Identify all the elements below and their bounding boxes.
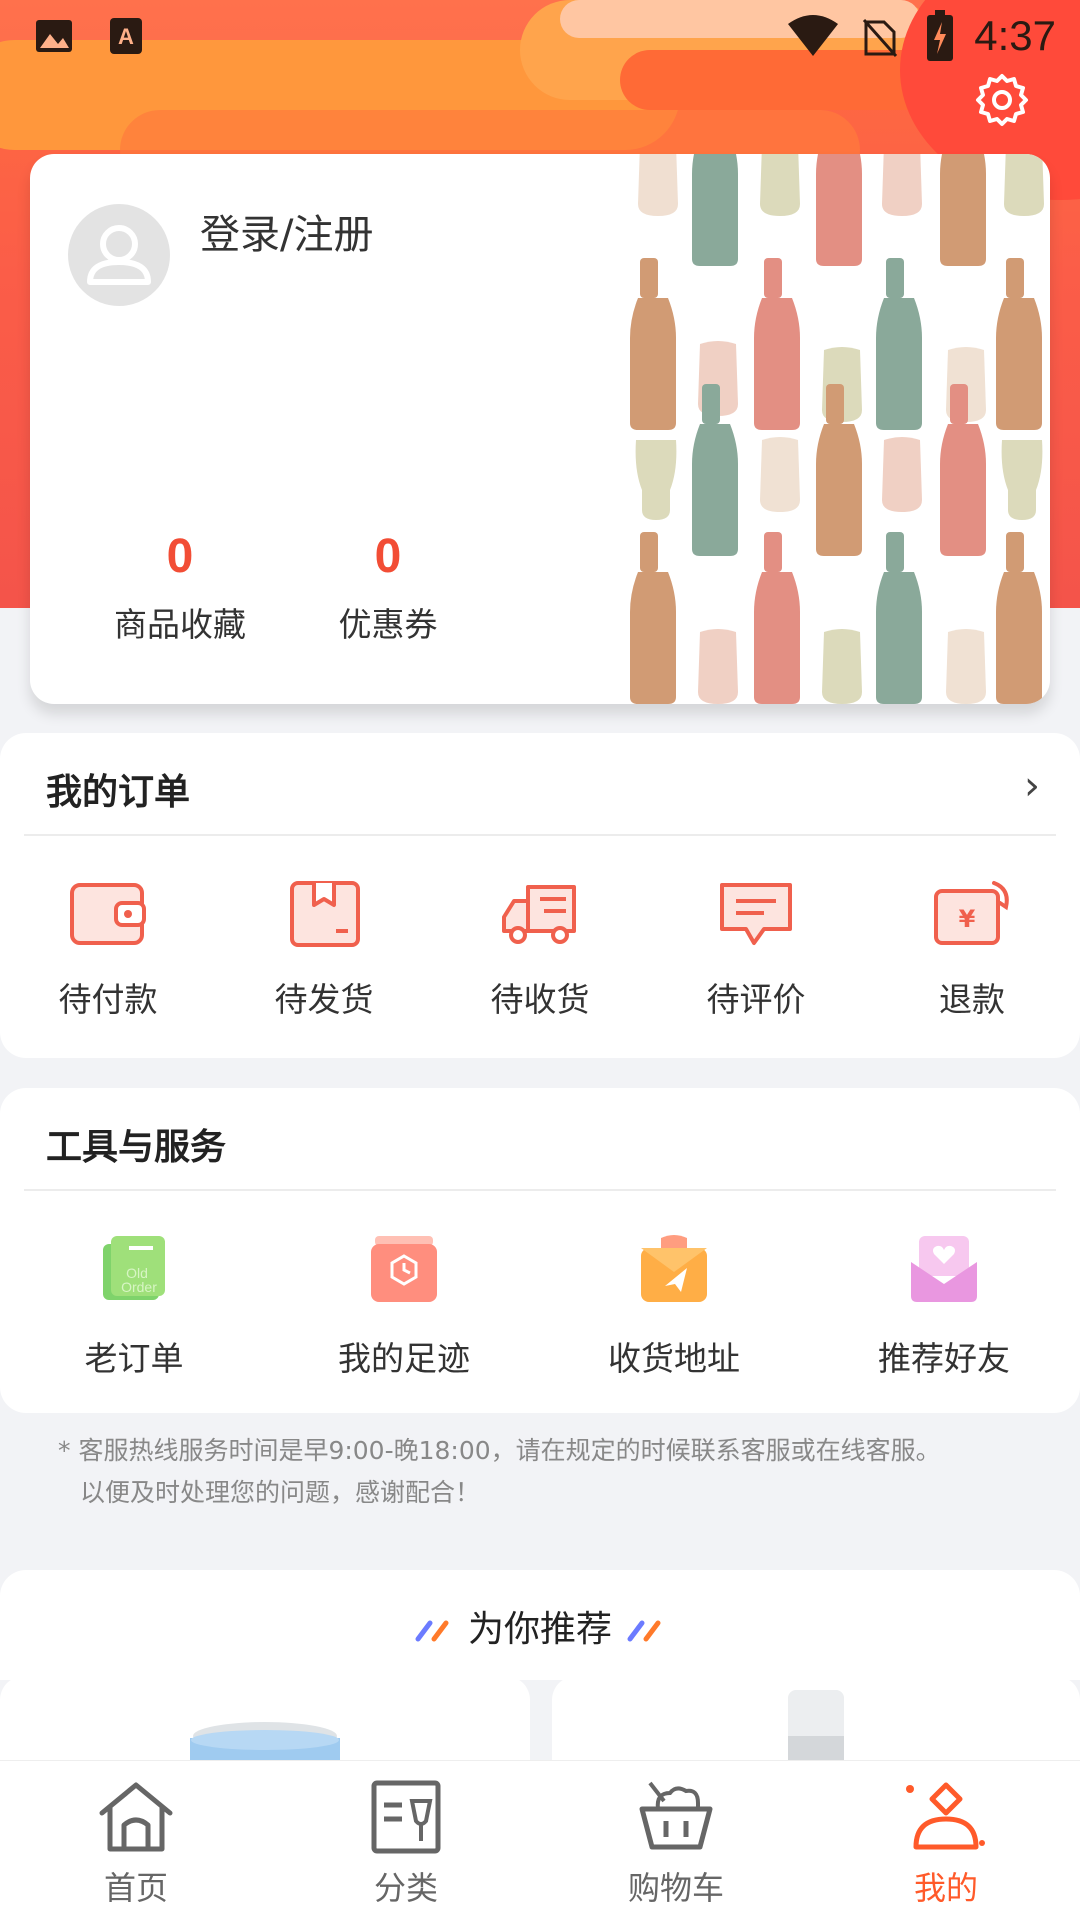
favorites-label: 商品收藏 — [114, 605, 246, 644]
order-pending-shipment[interactable]: 待发货 — [264, 879, 384, 1021]
hotline-line-1: * 客服热线服务时间是早9:00-晚18:00，请在规定的时候联系客服或在线客服… — [58, 1436, 941, 1465]
tab-home[interactable]: 首页 — [36, 1779, 236, 1909]
orders-section: 我的订单 › 待付款 待发货 待收货 待评价 ¥ 退款 — [0, 733, 1080, 1058]
order-pending-shipment-label: 待发货 — [274, 980, 374, 1019]
profile-icon — [906, 1782, 985, 1850]
svg-text:Order: Order — [121, 1279, 157, 1295]
recommend-header: 为你推荐 — [0, 1570, 1080, 1680]
wifi-icon — [788, 15, 838, 56]
comment-icon — [720, 883, 792, 945]
order-pending-payment-label: 待付款 — [58, 980, 158, 1019]
tab-profile-label: 我的 — [913, 1869, 978, 1907]
bottle-pattern-decoration — [630, 154, 1044, 704]
footprint-icon — [371, 1236, 437, 1302]
order-pending-payment[interactable]: 待付款 — [48, 879, 168, 1021]
tools-title: 工具与服务 — [46, 1127, 227, 1168]
tools-divider — [24, 1189, 1056, 1191]
tab-profile[interactable]: 我的 — [846, 1779, 1046, 1909]
recommend-title: 为你推荐 — [467, 1609, 612, 1650]
orders-divider — [24, 834, 1056, 836]
bottom-tab-bar: 首页 分类 购物车 我的 — [0, 1760, 1080, 1920]
tab-cart[interactable]: 购物车 — [576, 1779, 776, 1909]
tab-category-label: 分类 — [373, 1869, 438, 1907]
gallery-notification-icon — [36, 20, 72, 52]
category-icon — [371, 1780, 441, 1854]
svg-text:A: A — [118, 24, 134, 49]
tool-address-label: 收货地址 — [608, 1339, 740, 1378]
tool-address[interactable]: 收货地址 — [574, 1234, 774, 1380]
favorites-stat[interactable]: 0 商品收藏 — [80, 529, 280, 646]
tab-category[interactable]: 分类 — [306, 1779, 506, 1909]
refund-icon: ¥ — [934, 881, 1009, 945]
wallet-icon — [70, 883, 146, 945]
text-notification-icon: A — [110, 18, 142, 54]
order-pending-review-label: 待评价 — [706, 980, 806, 1019]
order-pending-receipt-label: 待收货 — [490, 980, 590, 1019]
tool-footprint-label: 我的足迹 — [338, 1339, 470, 1378]
double-slash-right-icon — [627, 1620, 661, 1642]
user-avatar-icon — [87, 225, 151, 285]
old-order-icon: Old Order — [103, 1236, 165, 1300]
address-icon — [641, 1235, 707, 1302]
order-refund-label: 退款 — [939, 980, 1005, 1019]
double-slash-left-icon — [415, 1620, 449, 1642]
tab-home-label: 首页 — [103, 1869, 168, 1907]
coupons-count: 0 — [374, 530, 402, 583]
settings-gear-icon[interactable] — [974, 72, 1030, 128]
order-refund[interactable]: ¥ 退款 — [912, 879, 1032, 1021]
coupons-stat[interactable]: 0 优惠券 — [288, 529, 488, 646]
avatar[interactable] — [68, 204, 170, 306]
hotline-line-2: 以便及时处理您的问题，感谢配合！ — [80, 1478, 481, 1507]
status-time: 4:37 — [974, 12, 1056, 59]
service-hotline-note: * 客服热线服务时间是早9:00-晚18:00，请在规定的时候联系客服或在线客服… — [58, 1430, 1018, 1514]
tool-old-orders[interactable]: Old Order 老订单 — [34, 1234, 234, 1380]
recommend-friend-icon — [911, 1236, 977, 1302]
tools-section: 工具与服务 Old Order 老订单 我的足迹 收货地址 推荐好友 — [0, 1088, 1080, 1413]
no-sim-icon — [862, 19, 898, 57]
delivery-truck-icon — [502, 885, 576, 944]
recommend-title-row: 为你推荐 — [0, 1600, 1080, 1652]
login-register-link[interactable]: 登录/注册 — [200, 202, 373, 260]
coupons-label: 优惠券 — [338, 605, 438, 644]
favorites-count: 0 — [166, 530, 194, 583]
svg-text:¥: ¥ — [959, 905, 976, 933]
tool-footprint[interactable]: 我的足迹 — [304, 1234, 504, 1380]
battery-charging-icon — [927, 10, 953, 61]
orders-title: 我的订单 — [46, 772, 191, 813]
tool-recommend-friend-label: 推荐好友 — [878, 1339, 1010, 1378]
order-pending-review[interactable]: 待评价 — [696, 879, 816, 1021]
tool-old-orders-label: 老订单 — [84, 1339, 184, 1378]
package-icon — [290, 881, 360, 947]
cart-icon — [639, 1781, 713, 1850]
orders-more-chevron[interactable]: › — [1024, 763, 1040, 809]
profile-card: 登录/注册 0 商品收藏 0 优惠券 — [30, 154, 1050, 704]
home-icon — [99, 1782, 173, 1852]
tool-recommend-friend[interactable]: 推荐好友 — [844, 1234, 1044, 1380]
status-bar: A 4:37 — [0, 0, 1080, 72]
order-pending-receipt[interactable]: 待收货 — [480, 879, 600, 1021]
tab-cart-label: 购物车 — [627, 1869, 724, 1907]
